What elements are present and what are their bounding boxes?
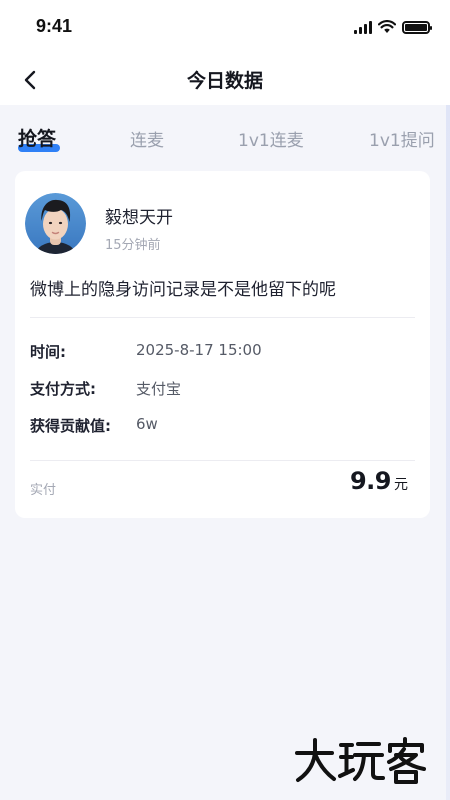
watermark-logo xyxy=(295,737,426,784)
time-ago: 15分钟前 xyxy=(105,238,161,253)
paid-amount: 9.9 元 xyxy=(350,467,408,495)
question-text: 微博上的隐身访问记录是不是他留下的呢 xyxy=(30,280,336,300)
status-icons xyxy=(354,18,432,36)
username: 毅想天开 xyxy=(105,208,173,228)
detail-label: 获得贡献值: xyxy=(30,417,111,435)
detail-value: 支付宝 xyxy=(136,380,182,398)
avatar xyxy=(25,193,86,254)
tab-qiangda[interactable]: 抢答 xyxy=(18,124,56,151)
paid-label: 实付 xyxy=(30,483,57,498)
cellular-signal-icon xyxy=(354,20,372,34)
status-bar: 9:41 xyxy=(0,0,450,52)
currency-unit: 元 xyxy=(394,477,408,493)
tab-1v1-lianmai[interactable]: 1v1连麦 xyxy=(238,126,304,151)
page-title: 今日数据 xyxy=(186,70,263,92)
wifi-icon xyxy=(378,20,396,33)
battery-icon xyxy=(402,20,432,34)
tab-lianmai[interactable]: 连麦 xyxy=(130,126,164,151)
tab-bar: 抢答 连麦 1v1连麦 1v1提问 xyxy=(0,118,450,162)
amount-value: 9.9 xyxy=(349,467,392,495)
detail-value: 2025-8-17 15:00 xyxy=(136,341,262,359)
tab-1v1-tiwen[interactable]: 1v1提问 xyxy=(369,126,435,151)
detail-value: 6w xyxy=(136,415,158,433)
order-card[interactable]: 毅想天开 15分钟前 微博上的隐身访问记录是不是他留下的呢 时间: 2025-8… xyxy=(15,171,430,518)
top-bar: 9:41 今日数据 xyxy=(0,0,450,105)
detail-label: 时间: xyxy=(30,343,66,361)
detail-label: 支付方式: xyxy=(30,380,96,398)
nav-bar: 今日数据 xyxy=(0,56,450,104)
divider xyxy=(30,317,415,318)
divider xyxy=(30,460,415,461)
status-time: 9:41 xyxy=(36,16,73,36)
